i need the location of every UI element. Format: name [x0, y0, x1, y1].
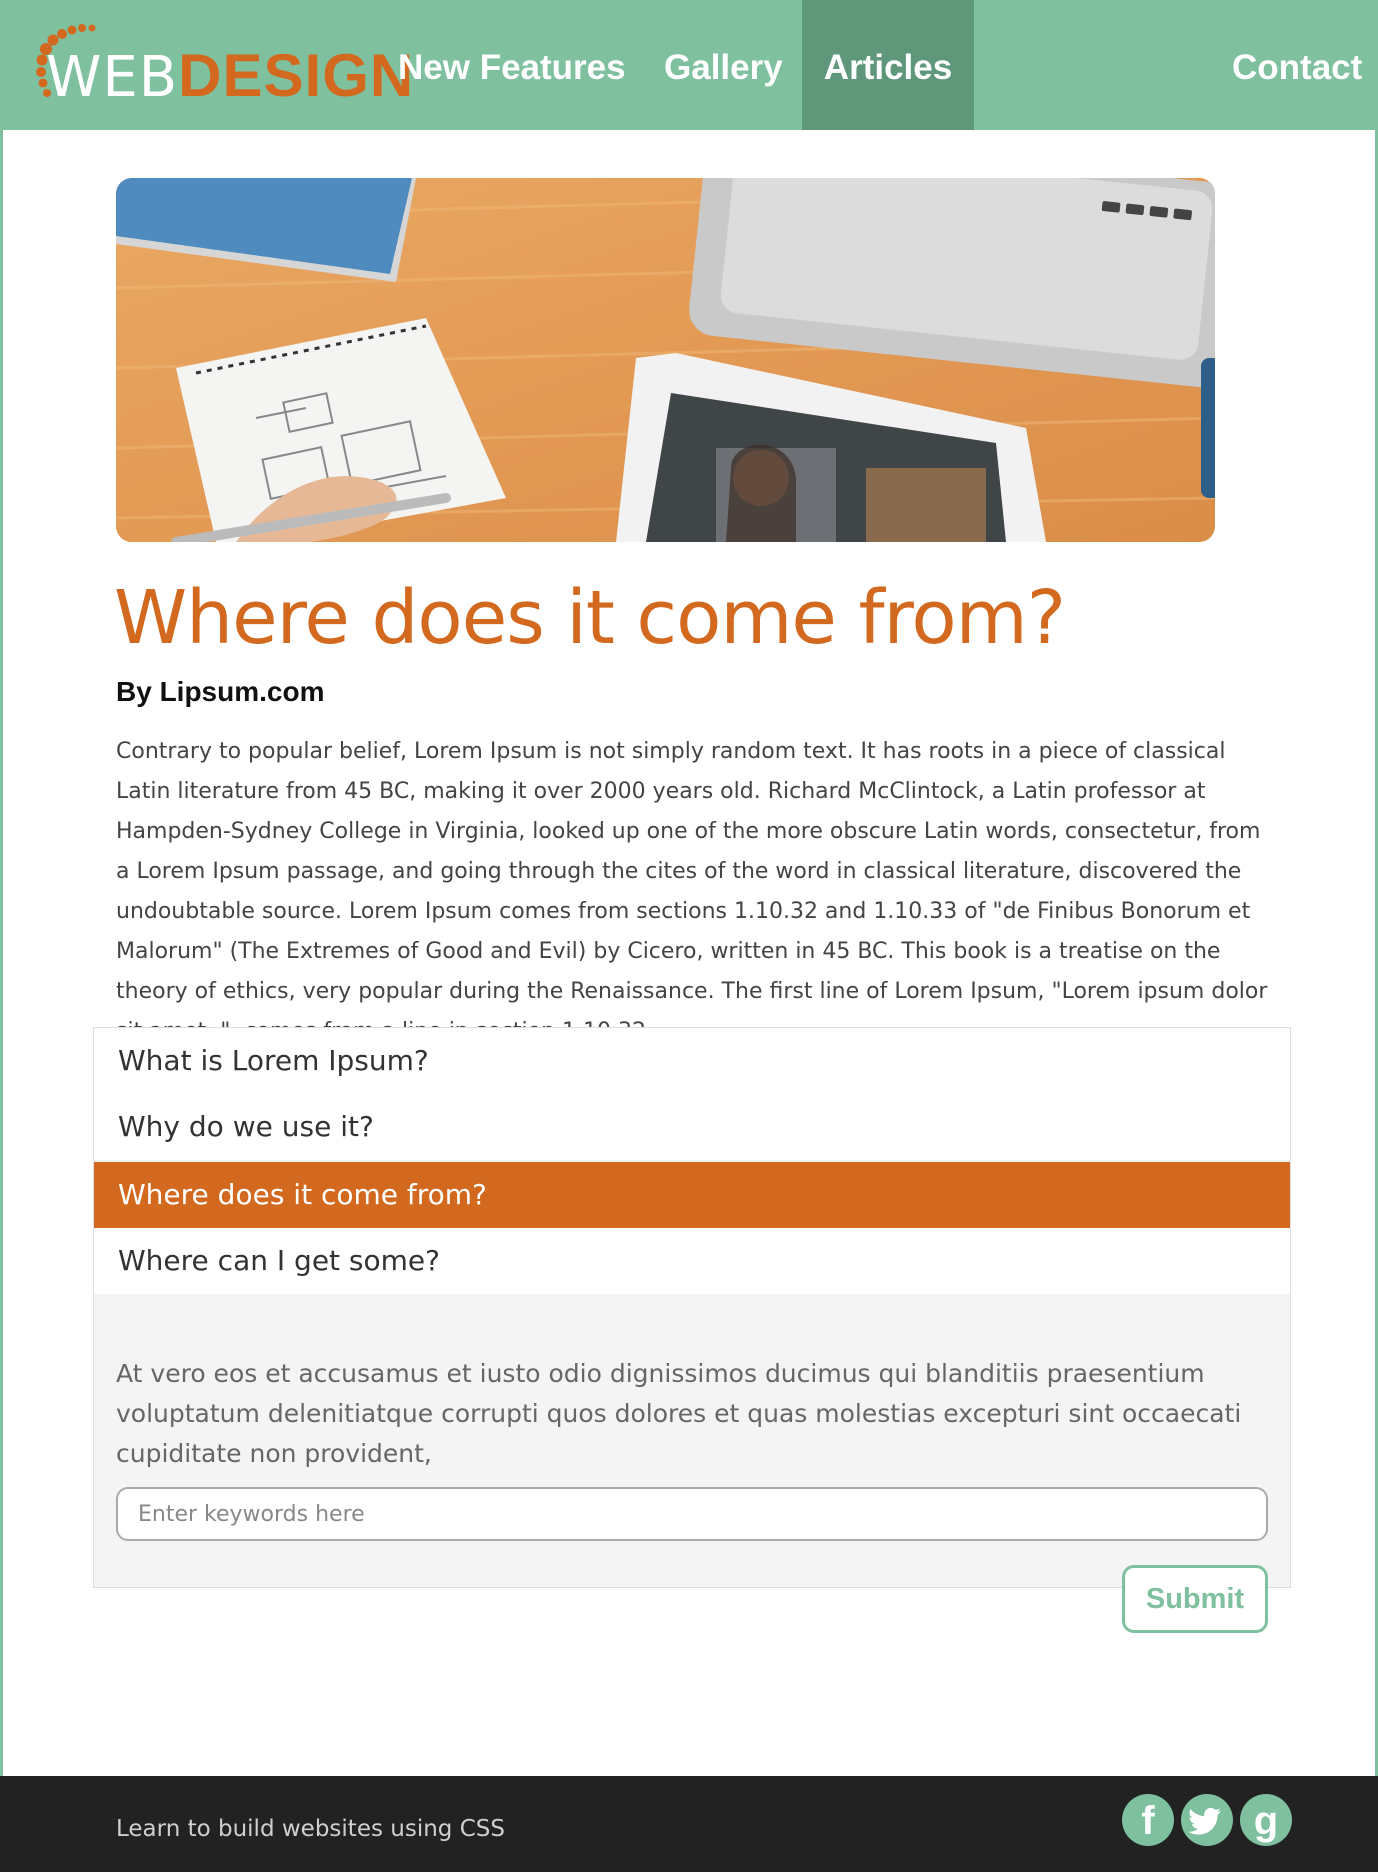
footer-tagline: Learn to build websites using CSS [116, 1816, 505, 1842]
nav-new-features[interactable]: New Features [398, 0, 626, 130]
logo-design-text: DESIGN [178, 42, 415, 109]
hero-desk-illustration [116, 178, 1215, 542]
twitter-bird-icon [1188, 1807, 1221, 1835]
accordion-item-what-is[interactable]: What is Lorem Ipsum? [94, 1028, 1290, 1094]
twitter-icon[interactable] [1181, 1794, 1233, 1846]
faq-accordion: What is Lorem Ipsum? Why do we use it? W… [93, 1027, 1291, 1588]
facebook-icon[interactable]: f [1122, 1794, 1174, 1846]
article-title: Where does it come from? [114, 575, 1066, 661]
accordion-panel-text: At vero eos et accusamus et iusto odio d… [116, 1359, 1242, 1468]
accordion-item-where-get[interactable]: Where can I get some? [94, 1228, 1290, 1294]
logo-web-text: WEB [46, 45, 179, 110]
site-header: WEBDESIGN New Features Gallery Articles … [0, 0, 1378, 130]
hero-image [116, 178, 1215, 542]
nav-articles[interactable]: Articles [802, 0, 974, 130]
accordion-item-where-from[interactable]: Where does it come from? [94, 1162, 1290, 1228]
logo-wordmark: WEBDESIGN [46, 46, 414, 108]
site-footer: Learn to build websites using CSS f g [0, 1776, 1378, 1872]
keyword-search-input[interactable] [116, 1487, 1268, 1541]
google-plus-icon[interactable]: g [1240, 1794, 1292, 1846]
nav-contact[interactable]: Contact [1232, 0, 1362, 130]
accordion-item-why-use[interactable]: Why do we use it? [94, 1094, 1290, 1160]
article-byline: By Lipsum.com [116, 676, 325, 707]
article-body: Contrary to popular belief, Lorem Ipsum … [116, 739, 1268, 1044]
nav-gallery[interactable]: Gallery [664, 0, 783, 130]
submit-button[interactable]: Submit [1122, 1565, 1268, 1633]
site-logo[interactable]: WEBDESIGN [28, 22, 413, 112]
